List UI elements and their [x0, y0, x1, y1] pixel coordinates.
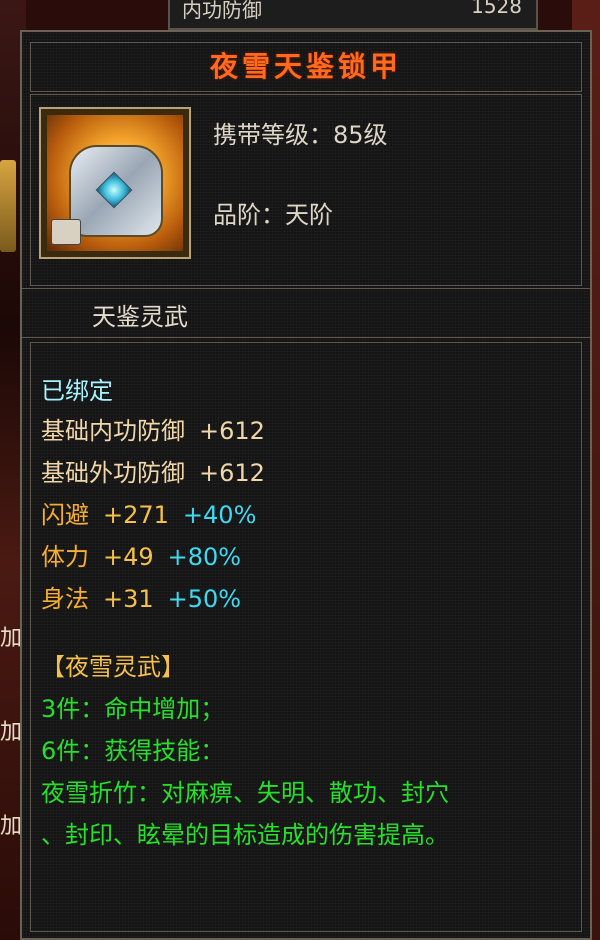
set-skill-line-2: 、封印、眩晕的目标造成的伤害提高。 — [41, 821, 449, 849]
item-title-box: 夜雪天鉴锁甲 — [30, 42, 582, 92]
base-stat-row: 基础外功防御 +612 — [41, 453, 265, 488]
item-tooltip: 夜雪天鉴锁甲 携带等级：85级 品阶：天阶 天鉴灵武 已绑定 基础内功防御 +61… — [20, 30, 592, 940]
attribute-value: +49 — [103, 543, 154, 571]
attribute-name: 闪避 — [41, 501, 89, 529]
side-ornament — [0, 160, 16, 252]
set-name: 【夜雪灵武】 — [41, 653, 185, 681]
background-stat-label: 内功防御 — [182, 0, 262, 22]
base-stat-value: +612 — [199, 459, 265, 487]
item-name: 夜雪天鉴锁甲 — [209, 50, 402, 83]
attribute-row: 身法 +31 +50% — [41, 579, 241, 614]
level-requirement: 携带等级：85级 — [213, 121, 388, 149]
attribute-bonus: +80% — [167, 543, 242, 571]
attribute-value: +31 — [103, 585, 154, 613]
bind-tag-icon — [51, 219, 81, 245]
stats-box: 已绑定 基础内功防御 +612 基础外功防御 +612 闪避 +271 +40% 体力 +… — [30, 342, 582, 932]
attribute-row: 闪避 +271 +40% — [41, 495, 256, 530]
item-icon-frame — [39, 107, 191, 259]
side-text-1: 加 — [0, 626, 23, 651]
attribute-bonus: +50% — [167, 585, 242, 613]
base-stat-value: +612 — [199, 417, 265, 445]
attribute-name: 体力 — [41, 543, 89, 571]
set-skill-line-1: 夜雪折竹：对麻痹、失明、散功、封穴 — [41, 779, 449, 807]
item-info-box: 携带等级：85级 品阶：天阶 — [30, 94, 582, 286]
attribute-name: 身法 — [41, 585, 89, 613]
base-stat-name: 基础外功防御 — [41, 459, 185, 487]
background-stat-value: 1528 — [471, 0, 522, 18]
base-stat-row: 基础内功防御 +612 — [41, 411, 265, 446]
attribute-value: +271 — [103, 501, 169, 529]
armor-icon — [47, 115, 183, 251]
background-stat-row: 内功防御 1528 — [168, 0, 538, 30]
side-text-2: 加 — [0, 720, 23, 745]
set-title-box: 天鉴灵武 — [22, 288, 590, 338]
set-title: 天鉴灵武 — [92, 303, 188, 331]
item-grade: 品阶：天阶 — [213, 201, 333, 229]
set-bonus-3: 3件：命中增加； — [41, 695, 225, 723]
side-text-3: 加 — [0, 814, 23, 839]
attribute-bonus: +40% — [182, 501, 257, 529]
base-stat-name: 基础内功防御 — [41, 417, 185, 445]
attribute-row: 体力 +49 +80% — [41, 537, 241, 572]
bind-status: 已绑定 — [41, 377, 113, 405]
set-bonus-6: 6件：获得技能： — [41, 737, 225, 765]
